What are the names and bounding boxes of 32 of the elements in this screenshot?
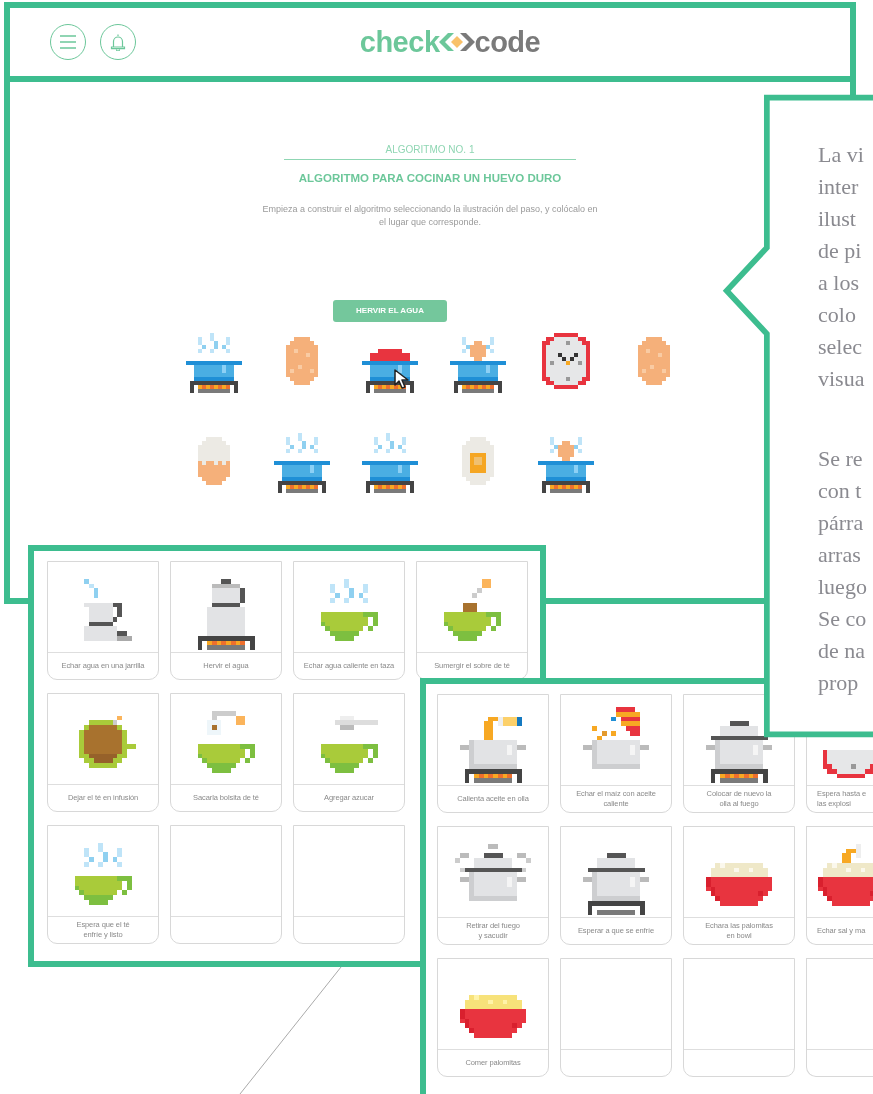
description-text: visua — [818, 365, 865, 393]
step-tooltip: HERVIR EL AGUA — [333, 300, 447, 322]
description-text: inter — [818, 173, 859, 201]
logo-text: check — [359, 25, 440, 59]
step-card[interactable] — [170, 825, 282, 944]
description-text: Se re — [818, 445, 863, 473]
step-card[interactable] — [560, 958, 672, 1077]
description-text: Se co — [818, 605, 867, 633]
step-card[interactable] — [293, 825, 405, 944]
step-card[interactable] — [806, 958, 873, 1077]
description-text: arras — [818, 541, 861, 569]
description-text: La vi — [818, 141, 864, 169]
instructions-text: Empieza a construir el algoritmo seleccionando la ilustración del paso, y colócalo en el lugar que corresponde. — [261, 203, 599, 229]
step-card[interactable] — [683, 958, 795, 1077]
description-text: a los — [818, 269, 859, 297]
algorithm-title: ALGORITMO PARA COCINAR UN HUEVO DURO — [298, 172, 562, 184]
logo-text: code — [474, 25, 541, 59]
description-text: ilust — [818, 205, 856, 233]
cursor-icon — [394, 369, 410, 389]
description-text: colo — [818, 301, 856, 329]
description-text: de na — [818, 637, 866, 665]
description-text: selec — [818, 333, 862, 361]
description-text: párra — [818, 509, 864, 537]
menu-button[interactable] — [50, 24, 86, 60]
bell-icon — [110, 33, 126, 51]
notification-button[interactable] — [100, 24, 136, 60]
description-text: luego — [818, 573, 867, 601]
description-text: de pi — [818, 237, 862, 265]
description-text: con t — [818, 477, 862, 505]
description-text: prop — [818, 669, 859, 697]
menu-icon — [60, 35, 76, 49]
algorithm-number: ALGORITMO NO. 1 — [284, 144, 576, 160]
